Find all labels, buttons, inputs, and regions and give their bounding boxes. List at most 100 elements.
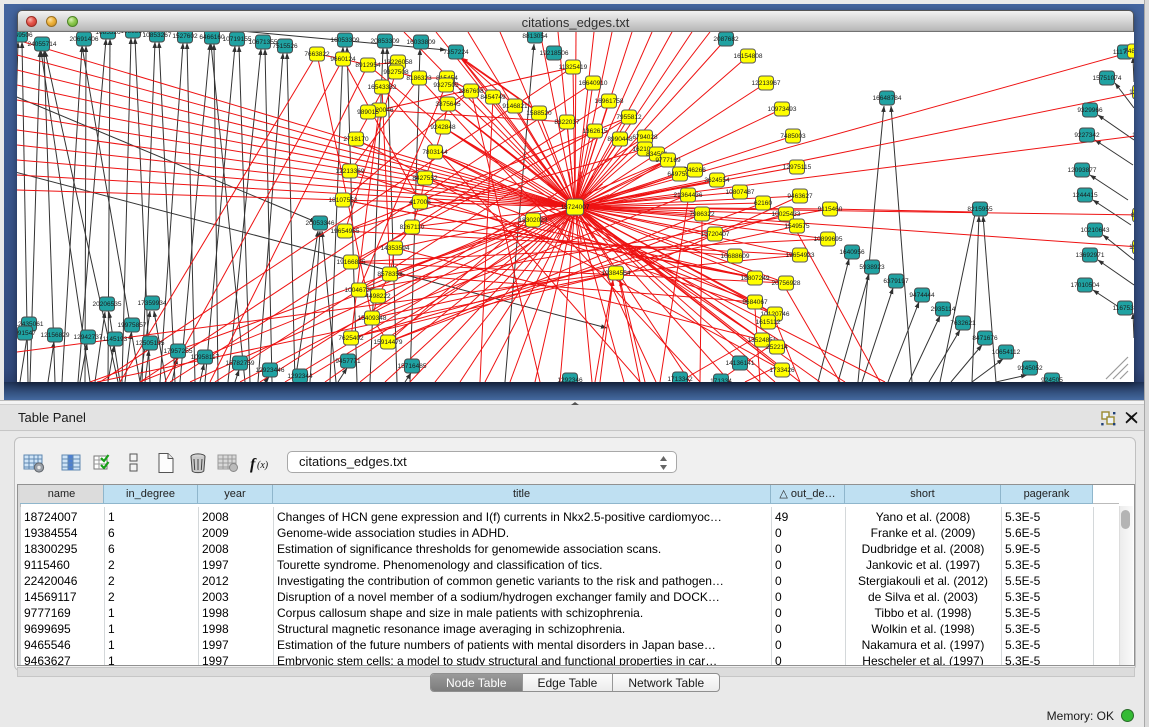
svg-text:2935114: 2935114 [931,306,956,313]
svg-text:8990448: 8990448 [607,136,633,143]
svg-text:62160: 62160 [754,200,772,207]
svg-text:7955812: 7955812 [616,114,642,121]
svg-text:8322037: 8322037 [554,119,580,126]
svg-text:18302023: 18302023 [519,217,548,224]
svg-text:9327508: 9327508 [383,69,409,76]
svg-text:9242848: 9242848 [430,124,456,131]
svg-text:10719155: 10719155 [223,36,252,43]
svg-text:16053309: 16053309 [331,37,360,44]
svg-text:7803144: 7803144 [422,149,448,156]
svg-text:9474444: 9474444 [909,292,935,299]
svg-text:16961758: 16961758 [595,98,624,105]
svg-text:9327505: 9327505 [433,82,459,89]
svg-text:7632621: 7632621 [950,320,976,327]
svg-text:924505: 924505 [1041,377,1063,382]
svg-text:15914479: 15914479 [374,339,403,346]
svg-text:1640956: 1640956 [839,249,865,256]
svg-text:8427552: 8427552 [412,175,438,182]
svg-text:2718170: 2718170 [343,136,369,143]
svg-text:19218506: 19218506 [540,50,569,57]
svg-text:132322: 132322 [1132,132,1134,139]
svg-text:12093877: 12093877 [1068,167,1097,174]
svg-text:4498222: 4498222 [365,293,391,300]
svg-text:19166825: 19166825 [337,259,366,266]
svg-text:8578352: 8578352 [377,271,403,278]
svg-text:10807487: 10807487 [726,189,755,196]
svg-text:3624554: 3624554 [704,177,730,184]
svg-text:1549575: 1549575 [784,223,810,230]
svg-text:10025433: 10025433 [772,211,801,218]
svg-text:171334: 171334 [710,378,732,382]
svg-text:24055714: 24055714 [28,41,57,48]
svg-text:16782759: 16782759 [226,360,255,367]
svg-text:19975857: 19975857 [118,322,147,329]
svg-text:12923446: 12923446 [256,367,285,374]
svg-text:12942737: 12942737 [74,334,103,341]
svg-text:748500: 748500 [1124,48,1134,55]
svg-text:18724007: 18724007 [561,204,590,211]
svg-text:15720407: 15720407 [701,231,730,238]
svg-text:f: f [250,456,257,473]
svg-text:991547: 991547 [17,330,36,337]
svg-text:746266: 746266 [684,167,706,174]
svg-text:7485003: 7485003 [780,133,806,140]
svg-text:989015: 989015 [357,109,379,116]
svg-text:9115460: 9115460 [818,206,843,213]
svg-text:1292346: 1292346 [557,377,583,382]
svg-text:7663822: 7663822 [304,51,330,58]
svg-text:12505195: 12505195 [136,340,165,347]
svg-text:9463627: 9463627 [787,193,813,200]
svg-text:12156829: 12156829 [41,332,70,339]
svg-text:17010504: 17010504 [1071,282,1100,289]
svg-text:9660124: 9660124 [330,56,356,63]
svg-text:9777169: 9777169 [655,157,681,164]
svg-text:10688609: 10688609 [721,253,750,260]
svg-text:16640910: 16640910 [579,80,608,87]
svg-text:10210643: 10210643 [1081,227,1110,234]
svg-text:9146821: 9146821 [502,103,528,110]
svg-text:8813054: 8813054 [522,33,548,40]
svg-text:10973493: 10973493 [768,106,797,113]
svg-text:15751074: 15751074 [1093,75,1122,82]
svg-text:8471676: 8471676 [972,335,998,342]
svg-text:1362615: 1362615 [582,128,608,135]
svg-text:1145193: 1145193 [103,336,128,343]
svg-text:17359934: 17359934 [138,300,167,307]
svg-text:20756928: 20756928 [772,280,801,287]
svg-text:13692971: 13692971 [1076,252,1105,259]
svg-text:6379197: 6379197 [883,278,909,285]
svg-text:19384554: 19384554 [602,270,631,277]
svg-text:19654923: 19654923 [786,252,815,259]
svg-text:8454749: 8454749 [480,94,506,101]
svg-text:21364436: 21364436 [674,192,703,199]
svg-text:16033809: 16033809 [407,39,436,46]
svg-text:16154808: 16154808 [734,53,763,60]
svg-text:10853267: 10853267 [143,32,172,39]
svg-text:20853309: 20853309 [371,38,400,45]
svg-text:2087682: 2087682 [713,36,739,43]
svg-text:19654985: 19654985 [331,228,360,235]
svg-text:11325419: 11325419 [559,64,588,71]
svg-text:10899695: 10899695 [814,236,843,243]
svg-text:9457771: 9457771 [335,358,361,365]
svg-text:1527602: 1527602 [172,33,198,40]
svg-text:10654112: 10654112 [992,349,1021,356]
svg-text:9329966: 9329966 [1077,107,1103,114]
svg-text:8912954: 8912954 [355,62,381,69]
svg-text:14353594: 14353594 [381,245,410,252]
svg-text:7515526: 7515526 [272,43,298,50]
svg-text:20691406: 20691406 [70,36,99,43]
svg-text:1292344: 1292344 [287,373,313,380]
svg-text:17957255: 17957255 [164,348,193,355]
svg-text:84612: 84612 [1131,212,1134,219]
svg-text:16543382: 16543382 [368,84,397,91]
svg-text:252214: 252214 [766,344,788,351]
svg-text:6466160: 6466160 [199,34,225,41]
svg-text:1244415: 1244415 [1072,192,1098,199]
svg-text:2149506: 2149506 [17,32,33,39]
svg-text:15716485: 15716485 [398,363,427,370]
svg-text:417006: 417006 [409,199,431,206]
svg-text:196549: 196549 [1129,244,1134,251]
svg-text:20206535: 20206535 [93,301,122,308]
svg-text:12213369: 12213369 [336,168,365,175]
